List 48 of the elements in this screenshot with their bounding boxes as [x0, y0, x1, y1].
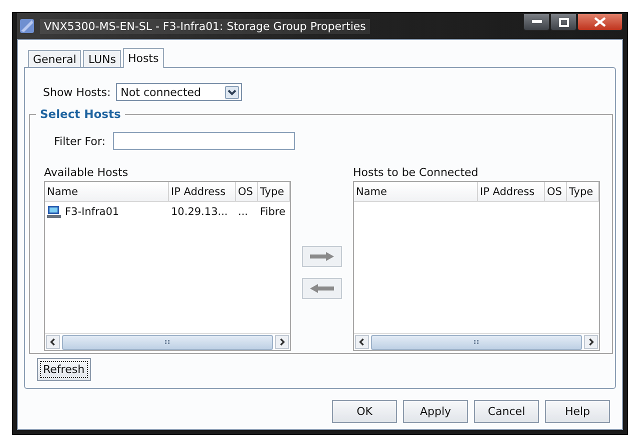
- scroll-right-icon[interactable]: [275, 335, 289, 349]
- column-header[interactable]: OS: [545, 182, 567, 201]
- dialog-button[interactable]: OK: [332, 400, 397, 423]
- horizontal-scrollbar[interactable]: [354, 333, 599, 350]
- scroll-left-icon[interactable]: [355, 335, 369, 349]
- add-button[interactable]: [302, 246, 342, 267]
- table-cell-text: 10.29.13...: [170, 204, 229, 220]
- dialog-button[interactable]: Help: [545, 400, 610, 423]
- close-button[interactable]: [577, 13, 623, 31]
- scroll-thumb[interactable]: [371, 334, 582, 350]
- tab[interactable]: Hosts: [122, 48, 164, 68]
- table-cell-text: Fibre: [259, 204, 286, 220]
- column-header[interactable]: Type: [258, 182, 290, 201]
- maximize-button[interactable]: [550, 13, 577, 31]
- horizontal-scrollbar[interactable]: [45, 333, 290, 350]
- tab[interactable]: LUNs: [83, 50, 121, 67]
- refresh-button[interactable]: Refresh: [37, 358, 91, 381]
- computer-icon: [47, 204, 61, 218]
- filter-label: Filter For:: [54, 134, 106, 148]
- list-title: Available Hosts: [44, 166, 130, 180]
- show-hosts-label: Show Hosts:: [43, 86, 111, 98]
- right-arrow-icon: [310, 252, 334, 261]
- app-icon: [19, 18, 35, 34]
- group-title: Select Hosts: [36, 107, 125, 121]
- column-header[interactable]: Name: [354, 182, 478, 201]
- dialog-button[interactable]: Apply: [403, 400, 468, 423]
- dialog-button[interactable]: Cancel: [474, 400, 539, 423]
- window-title: VNX5300-MS-EN-SL - F3-Infra01: Storage Group Properties: [40, 18, 370, 34]
- remove-button[interactable]: [302, 278, 342, 299]
- close-icon: [594, 17, 606, 27]
- left-arrow-icon: [310, 284, 334, 293]
- minimize-icon: [532, 20, 542, 24]
- show-hosts-dropdown[interactable]: Not connected: [116, 83, 242, 101]
- column-header[interactable]: OS: [236, 182, 258, 201]
- filter-field[interactable]: [113, 132, 296, 150]
- scroll-left-icon[interactable]: [46, 335, 60, 349]
- list-title: Hosts to be Connected: [353, 166, 480, 180]
- column-header[interactable]: Name: [45, 182, 169, 201]
- scroll-thumb[interactable]: [62, 334, 273, 350]
- table-cell-text: ...: [237, 204, 250, 220]
- tab[interactable]: General: [28, 50, 82, 67]
- column-header[interactable]: IP Address: [169, 182, 236, 201]
- column-header[interactable]: IP Address: [478, 182, 545, 201]
- scroll-right-icon[interactable]: [584, 335, 598, 349]
- minimize-button[interactable]: [523, 13, 550, 31]
- maximize-icon: [558, 18, 568, 26]
- table-cell: F3-Infra01: [65, 206, 120, 218]
- column-header[interactable]: Type: [567, 182, 599, 201]
